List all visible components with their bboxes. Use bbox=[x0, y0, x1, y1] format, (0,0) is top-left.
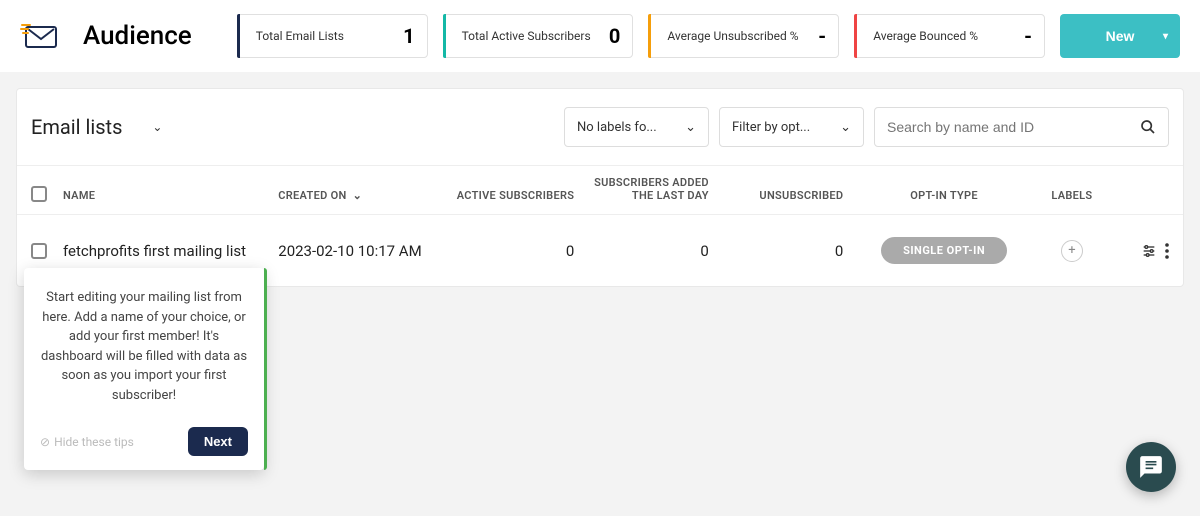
th-unsubscribed[interactable]: UNSUBSCRIBED bbox=[709, 189, 844, 202]
row-added: 0 bbox=[574, 242, 709, 260]
th-created[interactable]: CREATED ON ⌄ bbox=[278, 189, 453, 202]
row-more-icon[interactable] bbox=[1165, 243, 1169, 259]
stat-total-lists: Total Email Lists 1 bbox=[237, 14, 428, 58]
stat-avg-bounced: Average Bounced % - bbox=[854, 14, 1045, 58]
th-labels[interactable]: LABELS bbox=[1025, 189, 1119, 202]
stat-label: Total Active Subscribers bbox=[456, 29, 609, 43]
th-name[interactable]: NAME bbox=[63, 189, 278, 202]
chat-widget-button[interactable] bbox=[1126, 442, 1176, 492]
hide-tips-link[interactable]: ⊘ Hide these tips bbox=[40, 435, 134, 449]
row-optin: SINGLE OPT-IN bbox=[843, 237, 1024, 264]
search-icon[interactable] bbox=[1140, 119, 1156, 135]
row-name[interactable]: fetchprofits first mailing list bbox=[63, 242, 278, 260]
tip-text: Start editing your mailing list from her… bbox=[40, 288, 248, 405]
email-lists-panel: Email lists ⌄ No labels fo... ⌄ Filter b… bbox=[16, 88, 1184, 287]
stat-value: 1 bbox=[403, 24, 414, 48]
th-optin-type[interactable]: OPT-IN TYPE bbox=[843, 189, 1024, 202]
stat-avg-unsub: Average Unsubscribed % - bbox=[648, 14, 839, 58]
tip-footer: ⊘ Hide these tips Next bbox=[40, 427, 248, 456]
search-input[interactable] bbox=[887, 119, 1140, 135]
labels-filter-select[interactable]: No labels fo... ⌄ bbox=[564, 107, 709, 147]
row-checkbox[interactable] bbox=[31, 243, 47, 259]
stat-label: Total Email Lists bbox=[250, 29, 403, 43]
stat-label: Average Bounced % bbox=[867, 29, 1024, 43]
stat-value: - bbox=[1024, 24, 1032, 48]
sort-chevron-icon: ⌄ bbox=[353, 189, 363, 202]
row-created: 2023-02-10 10:17 AM bbox=[278, 242, 453, 260]
app-logo-icon bbox=[20, 21, 60, 51]
stat-label: Average Unsubscribed % bbox=[661, 29, 818, 43]
row-active: 0 bbox=[453, 242, 574, 260]
header-bar: Audience Total Email Lists 1 Total Activ… bbox=[0, 0, 1200, 72]
tip-next-button[interactable]: Next bbox=[188, 427, 248, 456]
th-active-subscribers[interactable]: ACTIVE SUBSCRIBERS bbox=[453, 189, 574, 202]
eye-off-icon: ⊘ bbox=[40, 435, 50, 449]
stat-value: - bbox=[818, 24, 826, 48]
optin-badge: SINGLE OPT-IN bbox=[881, 237, 1007, 264]
search-box bbox=[874, 107, 1169, 147]
page-title: Audience bbox=[83, 21, 192, 51]
row-settings-icon[interactable] bbox=[1141, 243, 1157, 259]
chevron-down-icon: ▾ bbox=[1163, 31, 1168, 42]
stat-active-subscribers: Total Active Subscribers 0 bbox=[443, 14, 634, 58]
panel-toolbar: Email lists ⌄ No labels fo... ⌄ Filter b… bbox=[17, 89, 1183, 165]
row-labels: + bbox=[1025, 240, 1119, 262]
chevron-down-icon: ⌄ bbox=[685, 120, 696, 135]
new-button[interactable]: New ▾ bbox=[1060, 14, 1180, 58]
optin-filter-select[interactable]: Filter by opt... ⌄ bbox=[719, 107, 864, 147]
panel-title-chevron-icon[interactable]: ⌄ bbox=[152, 120, 162, 134]
row-unsub: 0 bbox=[709, 242, 844, 260]
add-label-button[interactable]: + bbox=[1061, 240, 1083, 262]
chevron-down-icon: ⌄ bbox=[840, 120, 851, 135]
new-button-label: New bbox=[1106, 28, 1135, 44]
panel-title: Email lists bbox=[31, 115, 122, 139]
onboarding-tip-popover: Start editing your mailing list from her… bbox=[24, 268, 264, 470]
select-all-checkbox[interactable] bbox=[31, 186, 47, 202]
labels-filter-text: No labels fo... bbox=[577, 120, 657, 135]
table-header-row: NAME CREATED ON ⌄ ACTIVE SUBSCRIBERS SUB… bbox=[17, 165, 1183, 215]
th-subscribers-added[interactable]: SUBSCRIBERS ADDED THE LAST DAY bbox=[574, 176, 709, 202]
optin-filter-text: Filter by opt... bbox=[732, 120, 810, 135]
stat-value: 0 bbox=[609, 24, 620, 48]
